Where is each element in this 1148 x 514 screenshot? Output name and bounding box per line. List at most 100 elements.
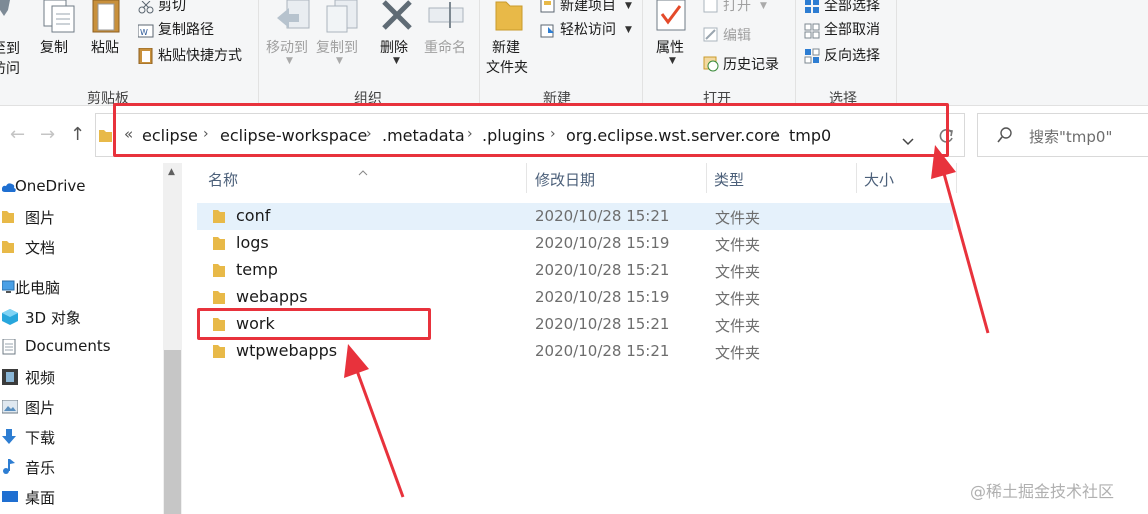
file-date: 2020/10/28 15:21 [535,207,670,225]
folder-icon [213,290,227,309]
column-divider[interactable] [856,163,857,193]
chevron-down-icon: ▼ [286,56,293,66]
scroll-up-icon[interactable]: ▲ [168,167,175,177]
nav-item-documents[interactable]: 文档 [0,234,160,260]
cut-button[interactable]: 剪切 [158,0,186,15]
column-divider[interactable] [526,163,527,193]
history-button[interactable]: 历史记录 [723,56,779,74]
nav-item-label: 此电脑 [15,279,61,297]
new-folder-button-line1[interactable]: 新建 [492,39,520,57]
nav-item-downloads[interactable]: 下载 [0,424,160,450]
file-date: 2020/10/28 15:21 [535,261,670,279]
file-type: 文件夹 [715,209,761,227]
nav-item-label: 桌面 [25,489,56,507]
column-header-size[interactable]: 大小 [864,169,894,190]
folder-icon [213,209,227,228]
nav-item-label: 音乐 [25,459,56,477]
nav-item-this-pc[interactable]: 此电脑 [0,274,160,300]
nav-item-pictures-lib[interactable]: 图片 [0,394,160,420]
properties-button[interactable]: 属性 [656,39,684,57]
annotation-arrow-work [344,344,405,498]
nav-item-pictures[interactable]: 图片 [0,204,160,230]
search-icon [997,127,1013,147]
file-type: 文件夹 [715,263,761,281]
rename-icon [428,0,464,34]
move-to-button[interactable]: 移动到 [266,39,308,57]
nav-item-documents-lib[interactable]: Documents [0,334,160,360]
paste-shortcut-button[interactable]: 粘贴快捷方式 [158,47,242,65]
file-type: 文件夹 [715,317,761,335]
easy-access-button[interactable]: 轻松访问 [560,21,616,39]
invert-selection-button[interactable]: 反向选择 [824,47,880,65]
copy-to-button[interactable]: 复制到 [316,39,358,57]
column-header-modified[interactable]: 修改日期 [535,169,595,190]
delete-icon [381,0,413,36]
rename-button[interactable]: 重命名 [424,39,466,57]
history-icon [703,56,719,76]
nav-item-desktop[interactable]: 桌面 [0,484,160,510]
file-row[interactable]: webapps 2020/10/28 15:19 文件夹 [197,284,953,311]
nav-item-label: 3D 对象 [25,309,81,327]
file-row[interactable]: wtpwebapps 2020/10/28 15:21 文件夹 [197,338,953,365]
file-row[interactable]: temp 2020/10/28 15:21 文件夹 [197,257,953,284]
file-name: webapps [236,287,308,306]
new-folder-icon [494,0,524,36]
folder-icon [2,209,16,228]
paste-button[interactable]: 粘贴 [91,39,119,57]
nav-item-label: 图片 [25,399,56,417]
move-to-icon [275,0,311,38]
nav-item-label: 视频 [25,369,56,387]
copy-icon [40,0,76,38]
file-type: 文件夹 [715,290,761,308]
navigation-pane: OneDrive 图片 文档 此电脑 3D 对象 Documents 视频 图片 [0,163,162,514]
annotation-highlight-work [197,308,431,340]
forward-arrow-icon[interactable]: → [40,124,55,145]
new-folder-button-line2[interactable]: 文件夹 [486,59,528,77]
nav-item-label: 文档 [25,239,56,257]
copy-path-icon: W [137,23,154,42]
download-icon [2,429,16,449]
up-arrow-icon[interactable]: ↑ [70,124,85,145]
nav-item-videos[interactable]: 视频 [0,364,160,390]
column-header-type[interactable]: 类型 [714,169,744,190]
watermark: @稀土掘金技术社区 [970,482,1115,501]
copy-path-button[interactable]: 复制路径 [158,21,214,39]
file-date: 2020/10/28 15:19 [535,288,670,306]
open-button[interactable]: 打开 [723,0,751,15]
nav-scrollbar-thumb[interactable] [164,350,181,514]
svg-text:W: W [140,28,148,37]
column-divider[interactable] [706,163,707,193]
file-name: temp [236,260,278,279]
column-divider[interactable] [956,163,957,193]
select-all-icon [804,0,820,18]
file-name: conf [236,206,271,225]
search-input[interactable]: 搜索"tmp0" [1029,126,1112,147]
paste-shortcut-icon [138,47,154,68]
delete-button[interactable]: 删除 [380,39,408,57]
file-type: 文件夹 [715,236,761,254]
open-icon [703,0,719,18]
edit-button[interactable]: 编辑 [723,27,751,45]
file-type: 文件夹 [715,344,761,362]
back-arrow-icon[interactable]: ← [10,124,25,145]
file-row[interactable]: conf 2020/10/28 15:21 文件夹 [197,203,953,230]
group-divider [258,0,259,104]
pin-icon [0,0,14,26]
ribbon: 至到 访问 复制 粘贴 剪切 W 复制路径 粘贴快捷方式 剪贴板 移动到 ▼ 复… [0,0,1148,107]
group-divider [479,0,480,104]
new-item-button[interactable]: 新建项目 [560,0,616,15]
select-all-button[interactable]: 全部选择 [824,0,880,15]
nav-item-music[interactable]: 音乐 [0,454,160,480]
pin-to-quick-access-label-2[interactable]: 访问 [0,60,20,78]
nav-item-3d-objects[interactable]: 3D 对象 [0,304,160,330]
file-date: 2020/10/28 15:19 [535,234,670,252]
copy-button[interactable]: 复制 [40,39,68,57]
group-divider [642,0,643,104]
select-none-button[interactable]: 全部取消 [824,21,880,39]
file-row[interactable]: logs 2020/10/28 15:19 文件夹 [197,230,953,257]
nav-item-onedrive[interactable]: OneDrive [0,174,160,200]
folder-icon [99,128,113,147]
pin-to-quick-access-label-1[interactable]: 至到 [0,40,20,58]
column-header-name[interactable]: 名称 [208,169,238,190]
properties-icon [656,0,688,36]
